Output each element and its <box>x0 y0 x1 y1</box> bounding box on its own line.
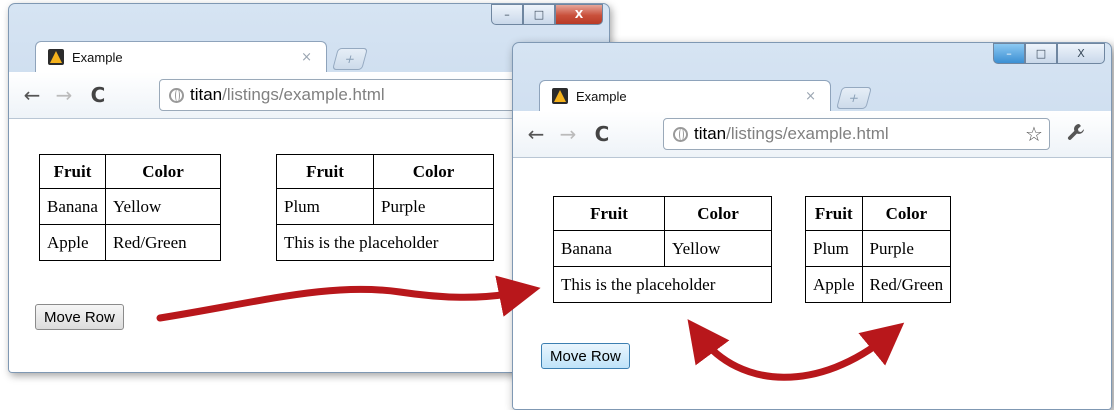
table-header-row: Fruit Color <box>805 196 952 231</box>
column-header: Color <box>104 154 221 189</box>
table-cell: Plum <box>805 230 863 267</box>
placeholder-row: This is the placeholder <box>276 224 494 261</box>
tab-title: Example <box>576 88 627 104</box>
url-host: titan <box>694 124 727 143</box>
placeholder-cell: This is the placeholder <box>553 266 772 303</box>
table-row: Banana Yellow <box>553 230 772 267</box>
new-tab-button[interactable]: + <box>332 48 368 70</box>
fruit-table-1: Fruit Color Banana Yellow Apple Red/Gree… <box>39 154 221 261</box>
table-cell: Banana <box>553 230 665 267</box>
table-row: Apple Red/Green <box>805 266 952 303</box>
table-header-row: Fruit Color <box>276 154 494 189</box>
reload-icon[interactable]: C <box>89 83 107 107</box>
close-tab-icon[interactable]: × <box>805 89 816 104</box>
column-header: Fruit <box>39 154 106 189</box>
column-header: Fruit <box>553 196 665 231</box>
browser-toolbar: ← → C titan/listings/example.html ☆ <box>513 111 1111 158</box>
table-cell: Yellow <box>664 230 772 267</box>
fruit-table-2: Fruit Color Plum Purple This is the plac… <box>276 154 494 261</box>
move-row-button[interactable]: Move Row <box>541 343 630 369</box>
window-caption-buttons: – □ X <box>993 43 1105 64</box>
back-arrow-icon[interactable]: ← <box>527 122 545 146</box>
address-bar[interactable]: titan/listings/example.html <box>663 118 1050 150</box>
close-window-button[interactable]: X <box>1057 43 1105 64</box>
table-cell: Purple <box>861 230 952 267</box>
close-tab-icon[interactable]: × <box>301 50 312 65</box>
table-cell: Banana <box>39 188 106 225</box>
url-host: titan <box>190 85 223 104</box>
tab-example[interactable]: Example × <box>539 80 831 111</box>
tab-example[interactable]: Example × <box>35 41 327 72</box>
forward-arrow-icon[interactable]: → <box>55 83 73 107</box>
table-header-row: Fruit Color <box>553 196 772 231</box>
table-cell: Red/Green <box>861 266 952 303</box>
table-cell: Yellow <box>104 188 221 225</box>
column-header: Fruit <box>276 154 374 189</box>
new-tab-button[interactable]: + <box>836 87 872 109</box>
site-favicon-icon <box>48 49 64 65</box>
wrench-menu-icon[interactable] <box>1066 122 1086 147</box>
url-text: titan/listings/example.html <box>694 124 889 144</box>
tab-strip: Example × + <box>513 77 1111 111</box>
window-caption-buttons: – □ X <box>491 4 603 25</box>
forward-arrow-icon[interactable]: → <box>559 122 577 146</box>
bookmark-star-icon[interactable]: ☆ <box>1025 122 1043 146</box>
column-header: Color <box>373 154 494 189</box>
move-row-button[interactable]: Move Row <box>35 304 124 330</box>
fruit-table-1: Fruit Color Banana Yellow This is the pl… <box>553 196 772 303</box>
globe-icon <box>673 126 688 142</box>
site-favicon-icon <box>552 88 568 104</box>
url-path: /listings/example.html <box>222 85 385 104</box>
table-cell: Apple <box>39 224 106 261</box>
table-cell: Purple <box>373 188 494 225</box>
column-header: Color <box>861 196 952 231</box>
table-row: Apple Red/Green <box>39 224 221 261</box>
fruit-table-2: Fruit Color Plum Purple Apple Red/Green <box>805 196 952 303</box>
column-header: Color <box>664 196 772 231</box>
url-path: /listings/example.html <box>726 124 889 143</box>
table-row: Plum Purple <box>276 188 494 225</box>
placeholder-row: This is the placeholder <box>553 266 772 303</box>
browser-window-after: – □ X Example × + ← → C titan/listings/e… <box>512 42 1112 410</box>
page-content: Fruit Color Banana Yellow This is the pl… <box>513 158 1111 409</box>
minimize-button[interactable]: – <box>993 43 1025 64</box>
maximize-button[interactable]: □ <box>1025 43 1057 64</box>
globe-icon <box>169 87 184 103</box>
reload-icon[interactable]: C <box>593 122 611 146</box>
column-header: Fruit <box>805 196 863 231</box>
table-header-row: Fruit Color <box>39 154 221 189</box>
table-cell: Apple <box>805 266 863 303</box>
url-text: titan/listings/example.html <box>190 85 385 105</box>
table-cell: Plum <box>276 188 374 225</box>
table-row: Plum Purple <box>805 230 952 267</box>
tab-title: Example <box>72 49 123 65</box>
placeholder-cell: This is the placeholder <box>276 224 494 261</box>
minimize-button[interactable]: – <box>491 4 523 25</box>
maximize-button[interactable]: □ <box>523 4 555 25</box>
table-row: Banana Yellow <box>39 188 221 225</box>
back-arrow-icon[interactable]: ← <box>23 83 41 107</box>
close-window-button[interactable]: X <box>555 4 603 25</box>
table-cell: Red/Green <box>104 224 221 261</box>
wrench-icon <box>1067 123 1084 140</box>
